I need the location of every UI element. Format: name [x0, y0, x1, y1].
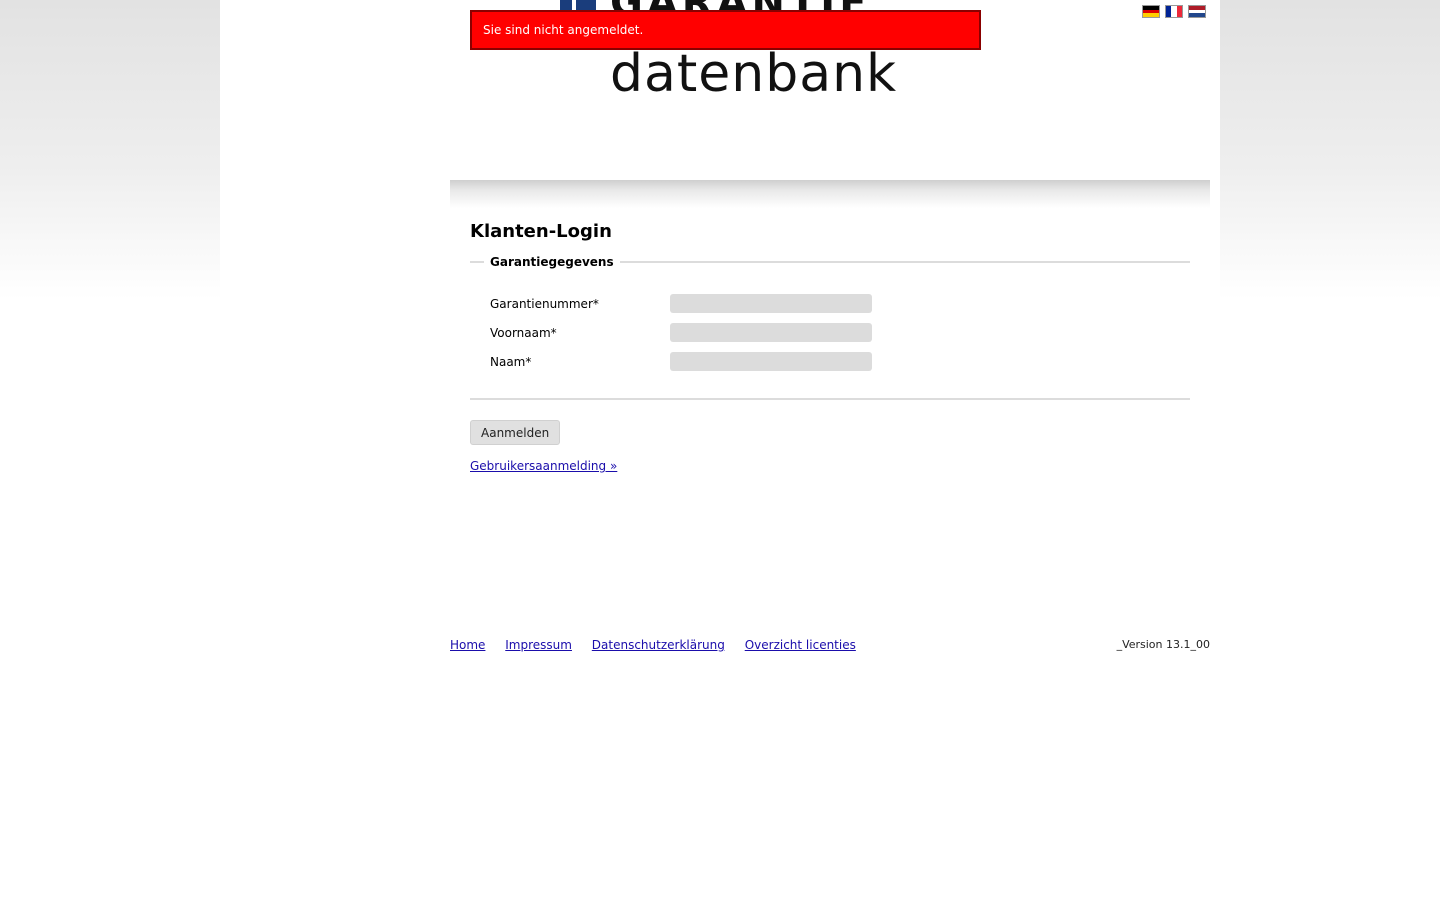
language-switcher: [1142, 5, 1206, 18]
footer-link-licenses[interactable]: Overzicht licenties: [745, 638, 856, 652]
user-login-link[interactable]: Gebruikersaanmelding »: [470, 459, 1190, 473]
footer: Home Impressum Datenschutzerklärung Over…: [450, 638, 1210, 652]
first-name-input[interactable]: [670, 323, 872, 342]
footer-link-impressum[interactable]: Impressum: [505, 638, 572, 652]
last-name-input[interactable]: [670, 352, 872, 371]
logo-sub-text: datenbank: [610, 44, 898, 104]
first-name-label: Voornaam*: [490, 325, 557, 340]
alert-text: Sie sind nicht angemeldet.: [483, 23, 644, 37]
page-container: GARANTIE datenbank Sie sind nicht angeme…: [220, 0, 1220, 900]
warranty-number-input[interactable]: [670, 294, 872, 313]
last-name-label: Naam*: [490, 354, 532, 369]
flag-fr-icon[interactable]: [1165, 5, 1183, 18]
form-row-first-name: Voornaam*: [490, 318, 1190, 347]
navigation-band: [450, 180, 1210, 208]
login-button[interactable]: Aanmelden: [470, 420, 561, 445]
form-row-warranty-number: Garantienummer*: [490, 289, 1190, 318]
version-text: _Version 13.1_00: [1116, 638, 1210, 651]
flag-nl-icon[interactable]: [1188, 5, 1206, 18]
warranty-fieldset: Garantiegegevens Garantienummer* Voornaa…: [470, 255, 1190, 400]
login-content: Klanten-Login Garantiegegevens Garantien…: [470, 208, 1190, 473]
fieldset-legend: Garantiegegevens: [490, 255, 614, 269]
page-title: Klanten-Login: [470, 221, 612, 242]
footer-link-home[interactable]: Home: [450, 638, 485, 652]
warranty-number-label: Garantienummer*: [490, 296, 599, 311]
not-logged-in-alert: Sie sind nicht angemeldet.: [470, 10, 981, 50]
footer-link-privacy[interactable]: Datenschutzerklärung: [592, 638, 725, 652]
flag-de-icon[interactable]: [1142, 5, 1160, 18]
form-row-last-name: Naam*: [490, 347, 1190, 376]
